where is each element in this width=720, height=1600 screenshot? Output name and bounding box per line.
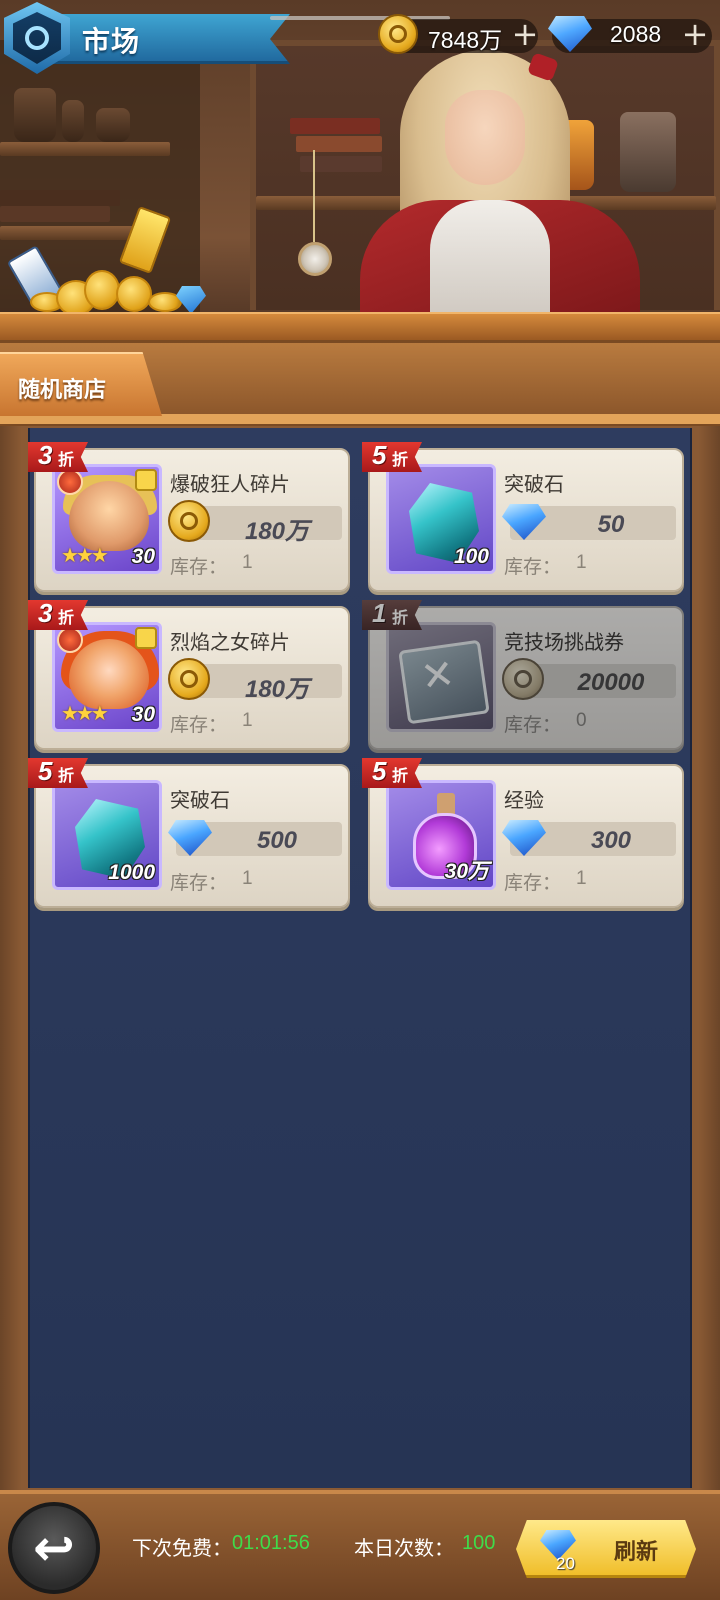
gold-amount: 7848万 bbox=[428, 27, 503, 53]
refresh-cost: 20 bbox=[556, 1554, 575, 1573]
item-name: 竞技场挑战券 bbox=[504, 632, 624, 654]
flame-maiden-portrait bbox=[69, 639, 149, 709]
gem-amount: 2088 bbox=[610, 21, 662, 47]
discount-unit: 折 bbox=[58, 768, 75, 785]
discount-unit: 折 bbox=[58, 610, 75, 627]
bottle-decoration bbox=[62, 100, 84, 142]
shop-item-card[interactable]: 30万 5 折 经验 300 库存： 1 bbox=[362, 756, 684, 908]
star-rating: ★★★ bbox=[61, 543, 109, 567]
item-quantity: 30万 bbox=[444, 860, 489, 883]
item-name: 烈焰之女碎片 bbox=[170, 632, 290, 654]
item-price: 20000 bbox=[577, 669, 645, 696]
item-price: 180万 bbox=[244, 676, 310, 703]
item-frame: ★★★ 30 bbox=[52, 622, 162, 732]
shelf-plank bbox=[0, 226, 140, 240]
item-quantity: 100 bbox=[453, 545, 489, 568]
discount-value: 5 bbox=[372, 756, 387, 786]
stock-label: 库存： bbox=[170, 715, 228, 736]
book-decoration bbox=[0, 206, 110, 222]
shop-item-card[interactable]: 100 5 折 突破石 50 库存： 1 bbox=[362, 440, 684, 592]
shop-counter bbox=[0, 312, 720, 340]
fire-faction-icon bbox=[57, 627, 83, 653]
watch-chain bbox=[313, 150, 315, 242]
tab-random-shop-label: 随机商店 bbox=[18, 377, 107, 402]
item-frame: 1000 bbox=[52, 780, 162, 890]
star-rating: ★★★ bbox=[61, 701, 109, 725]
discount-unit: 折 bbox=[392, 768, 409, 785]
page-title: 市场 bbox=[82, 26, 141, 57]
add-gems-button[interactable]: + bbox=[680, 18, 710, 50]
shop-item-card[interactable]: 1000 5 折 突破石 500 库存： 1 bbox=[28, 756, 350, 908]
discount-value: 5 bbox=[372, 440, 387, 470]
stock-label: 库存： bbox=[170, 557, 228, 578]
discount-value: 1 bbox=[372, 598, 387, 628]
item-name: 经验 bbox=[504, 790, 544, 812]
next-free-countdown: 01:01:56 bbox=[232, 1532, 310, 1554]
pocket-watch-icon bbox=[298, 242, 332, 276]
daily-count-label: 本日次数： bbox=[354, 1538, 454, 1560]
item-name: 突破石 bbox=[504, 474, 564, 496]
stock-value: 0 bbox=[576, 710, 587, 731]
jar-decoration bbox=[14, 88, 56, 142]
refresh-label: 刷新 bbox=[614, 1539, 659, 1564]
shelf-plank bbox=[0, 142, 170, 156]
coin-icon bbox=[168, 658, 210, 700]
item-quantity: 30 bbox=[131, 703, 155, 726]
stock-value: 1 bbox=[242, 710, 253, 731]
item-quantity: 30 bbox=[131, 545, 155, 568]
stock-value: 1 bbox=[242, 552, 253, 573]
discount-unit: 折 bbox=[58, 452, 75, 469]
stock-value: 1 bbox=[576, 868, 587, 889]
shop-item-card[interactable]: ★★★ 30 3 折 烈焰之女碎片 180万 库存： 1 bbox=[28, 598, 350, 750]
stock-value: 1 bbox=[576, 552, 587, 573]
discount-unit: 折 bbox=[392, 452, 409, 469]
discount-unit: 折 bbox=[392, 610, 409, 627]
gold-coin-pile bbox=[84, 270, 120, 310]
item-name: 爆破狂人碎片 bbox=[170, 474, 290, 496]
stock-label: 库存： bbox=[504, 873, 562, 894]
item-frame: ✕ bbox=[386, 622, 496, 732]
coin-icon bbox=[378, 14, 418, 54]
discount-value: 5 bbox=[38, 756, 53, 786]
coin-icon bbox=[168, 500, 210, 542]
pot-decoration bbox=[96, 108, 130, 142]
crossed-swords-icon: ✕ bbox=[417, 650, 458, 702]
item-name: 突破石 bbox=[170, 790, 230, 812]
stock-value: 1 bbox=[242, 868, 253, 889]
discount-value: 3 bbox=[38, 598, 53, 628]
discount-value: 3 bbox=[38, 440, 53, 470]
fragment-icon bbox=[135, 627, 157, 649]
item-price: 180万 bbox=[244, 518, 310, 545]
item-price: 300 bbox=[590, 827, 632, 854]
coin-icon bbox=[502, 658, 544, 700]
book-decoration bbox=[0, 190, 120, 206]
title-ribbon bbox=[40, 14, 290, 64]
back-arrow-icon: ↩ bbox=[33, 1519, 75, 1577]
shop-item-card-sold-out[interactable]: ✕ 1 折 竞技场挑战券 20000 库存： 0 bbox=[362, 598, 684, 750]
gold-coin-pile bbox=[116, 276, 152, 312]
back-button[interactable]: ↩ bbox=[8, 1502, 100, 1594]
refresh-button[interactable] bbox=[516, 1520, 696, 1578]
item-frame: 100 bbox=[386, 464, 496, 574]
fragment-icon bbox=[135, 469, 157, 491]
item-quantity: 1000 bbox=[108, 861, 155, 884]
stock-label: 库存： bbox=[504, 715, 562, 736]
daily-count-value: 100 bbox=[462, 1532, 496, 1554]
stock-label: 库存： bbox=[170, 873, 228, 894]
item-frame: ★★★ 30 bbox=[52, 464, 162, 574]
fire-faction-icon bbox=[57, 469, 83, 495]
stock-label: 库存： bbox=[504, 557, 562, 578]
item-price: 500 bbox=[256, 827, 298, 854]
shop-item-card[interactable]: ★★★ 30 3 折 爆破狂人碎片 180万 库存： 1 bbox=[28, 440, 350, 592]
item-frame: 30万 bbox=[386, 780, 496, 890]
shopkeeper-character bbox=[360, 50, 640, 330]
item-price: 50 bbox=[597, 511, 625, 538]
demolition-maniac-portrait bbox=[69, 481, 149, 551]
add-gold-button[interactable]: + bbox=[510, 18, 540, 50]
next-free-label: 下次免费： bbox=[132, 1538, 232, 1560]
